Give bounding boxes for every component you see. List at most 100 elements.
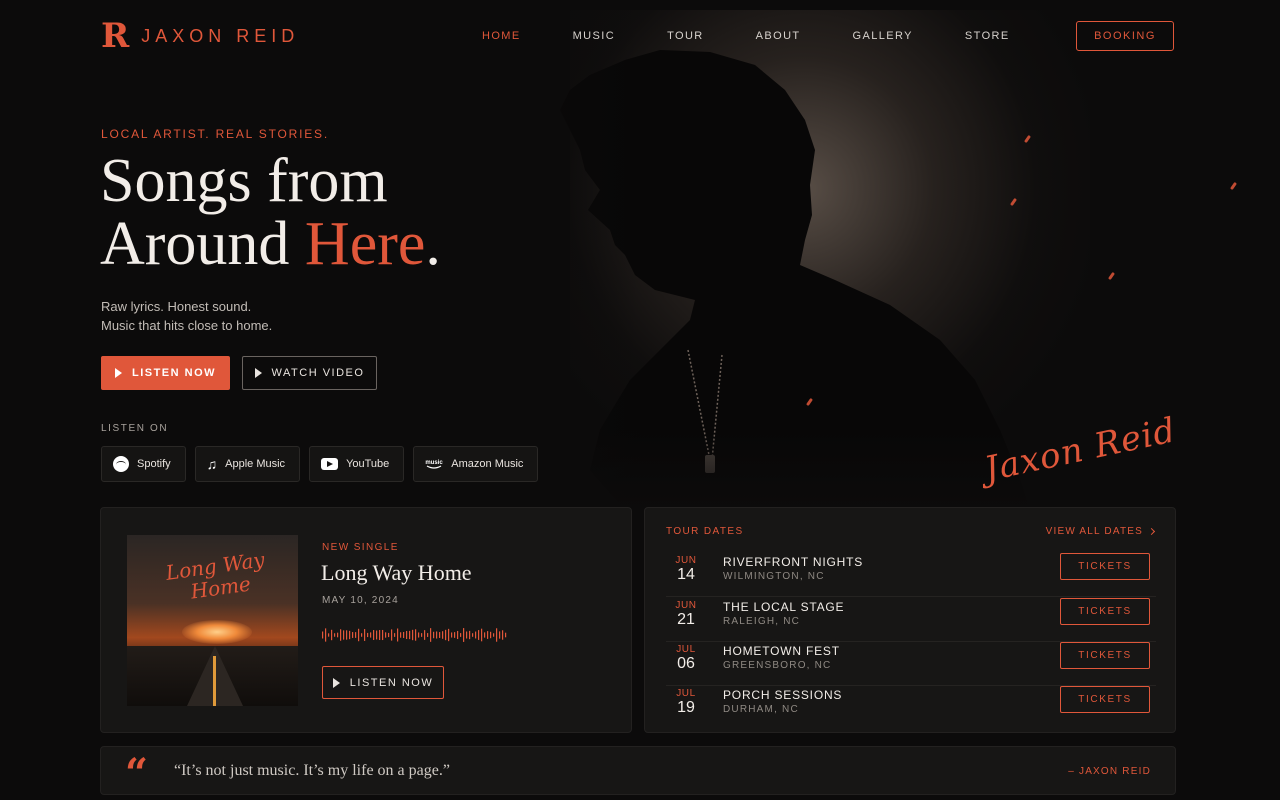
- spotify-link[interactable]: Spotify: [101, 446, 186, 482]
- waveform-bar: [376, 630, 378, 640]
- waveform-bar: [421, 633, 423, 637]
- tour-city: GREENSBORO, NC: [723, 660, 832, 671]
- hero-subtext-line-1: Raw lyrics. Honest sound.: [101, 299, 252, 314]
- apple-music-link[interactable]: ♫ Apple Music: [194, 446, 301, 482]
- waveform-bar: [481, 628, 483, 642]
- tickets-button[interactable]: TICKETS: [1060, 598, 1150, 625]
- waveform-bar: [367, 632, 369, 638]
- tour-venue: HOMETOWN FEST: [723, 644, 840, 658]
- tour-month: JUN: [675, 600, 697, 611]
- amazon-music-link[interactable]: music Amazon Music: [413, 446, 539, 482]
- nav-store[interactable]: STORE: [965, 30, 1010, 42]
- waveform-bar: [322, 631, 324, 639]
- tickets-button[interactable]: TICKETS: [1060, 553, 1150, 580]
- youtube-label: YouTube: [346, 458, 390, 470]
- view-all-dates-link[interactable]: VIEW ALL DATES: [1046, 526, 1156, 537]
- tour-row: JUN 14 RIVERFRONT NIGHTS WILMINGTON, NC …: [666, 553, 1156, 597]
- booking-button[interactable]: BOOKING: [1076, 21, 1174, 51]
- tickets-button[interactable]: TICKETS: [1060, 642, 1150, 669]
- nav-music[interactable]: MUSIC: [573, 30, 615, 42]
- waveform-bar: [499, 631, 501, 639]
- sunset: [182, 620, 252, 644]
- quote-author: – JAXON REID: [1068, 766, 1151, 777]
- tour-day: 21: [677, 611, 695, 628]
- spotify-icon: [113, 456, 129, 472]
- headline-line-2: Around Here.: [100, 213, 441, 276]
- apple-music-label: Apple Music: [225, 458, 286, 470]
- waveform-bar: [412, 629, 414, 641]
- waveform-bar: [433, 631, 435, 639]
- waveform-bar: [487, 631, 489, 639]
- play-icon: [254, 368, 262, 378]
- single-release-date: MAY 10, 2024: [322, 595, 399, 606]
- waveform-bar: [373, 630, 375, 640]
- quote-icon: “: [125, 750, 149, 797]
- waveform-bar: [334, 633, 336, 637]
- waveform-bar: [343, 630, 345, 640]
- hero-subtext: Raw lyrics. Honest sound. Music that hit…: [101, 297, 272, 335]
- headline-line-1: Songs from: [100, 147, 388, 215]
- waveform-bar: [397, 628, 399, 642]
- waveform-bar: [337, 632, 339, 638]
- waveform-bar: [436, 631, 438, 639]
- waveform-bar: [475, 631, 477, 639]
- nav-home[interactable]: HOME: [482, 30, 521, 42]
- waveform-bar: [463, 628, 465, 642]
- headline-period: .: [425, 210, 441, 278]
- waveform-bar: [466, 631, 468, 639]
- tickets-button[interactable]: TICKETS: [1060, 686, 1150, 713]
- youtube-icon: [321, 458, 339, 470]
- nav-about[interactable]: ABOUT: [756, 30, 801, 42]
- waveform-bar: [478, 630, 480, 640]
- tour-day: 19: [677, 699, 695, 716]
- amazon-music-icon: music: [426, 460, 444, 469]
- single-listen-button[interactable]: LISTEN NOW: [322, 666, 444, 699]
- waveform-bar: [352, 632, 354, 638]
- waveform-bar: [364, 629, 366, 641]
- play-icon: [332, 677, 340, 688]
- waveform-bar: [493, 633, 495, 637]
- waveform-bar: [505, 632, 507, 638]
- waveform-bar: [355, 632, 357, 638]
- waveform-bar: [484, 632, 486, 638]
- album-cover[interactable]: Long Way Home: [127, 535, 298, 706]
- tour-month: JUL: [676, 644, 696, 655]
- logo[interactable]: R JAXON REID: [101, 18, 299, 54]
- listen-now-label: LISTEN NOW: [131, 367, 217, 379]
- nav-links: HOME MUSIC TOUR ABOUT GALLERY STORE: [482, 30, 1010, 42]
- tour-day: 06: [677, 655, 695, 672]
- headline-plain: Around: [100, 210, 305, 278]
- waveform-bar: [391, 629, 393, 641]
- nav-gallery[interactable]: GALLERY: [853, 30, 913, 42]
- tour-city: DURHAM, NC: [723, 704, 799, 715]
- waveform-bar: [451, 632, 453, 638]
- watch-video-button[interactable]: WATCH VIDEO: [242, 356, 377, 390]
- tour-dates-label: TOUR DATES: [666, 526, 744, 537]
- tour-venue: PORCH SESSIONS: [723, 688, 843, 702]
- amazon-music-label: Amazon Music: [451, 458, 524, 470]
- waveform-bar: [403, 631, 405, 639]
- headline-accent: Here: [304, 210, 426, 278]
- svg-text:music: music: [426, 460, 444, 466]
- single-listen-label: LISTEN NOW: [349, 676, 434, 689]
- waveform-bar: [388, 632, 390, 638]
- watch-video-label: WATCH VIDEO: [271, 367, 365, 379]
- waveform-bar: [415, 629, 417, 641]
- listen-now-button[interactable]: LISTEN NOW: [101, 356, 230, 390]
- waveform-bar: [400, 632, 402, 638]
- waveform-bar: [358, 628, 360, 642]
- waveform-bar: [424, 630, 426, 640]
- waveform-bar: [445, 629, 447, 641]
- youtube-link[interactable]: YouTube: [309, 446, 405, 482]
- waveform-bar: [394, 633, 396, 637]
- tour-month: JUN: [675, 555, 697, 566]
- apple-music-icon: ♫: [206, 456, 218, 472]
- listen-on-label: LISTEN ON: [101, 423, 169, 434]
- waveform[interactable]: [322, 624, 508, 646]
- waveform-bar: [325, 628, 327, 642]
- waveform-bar: [340, 629, 342, 641]
- nav-tour[interactable]: TOUR: [667, 30, 704, 42]
- quote-text: “It’s not just music. It’s my life on a …: [174, 762, 450, 779]
- waveform-bar: [439, 632, 441, 638]
- waveform-bar: [382, 629, 384, 641]
